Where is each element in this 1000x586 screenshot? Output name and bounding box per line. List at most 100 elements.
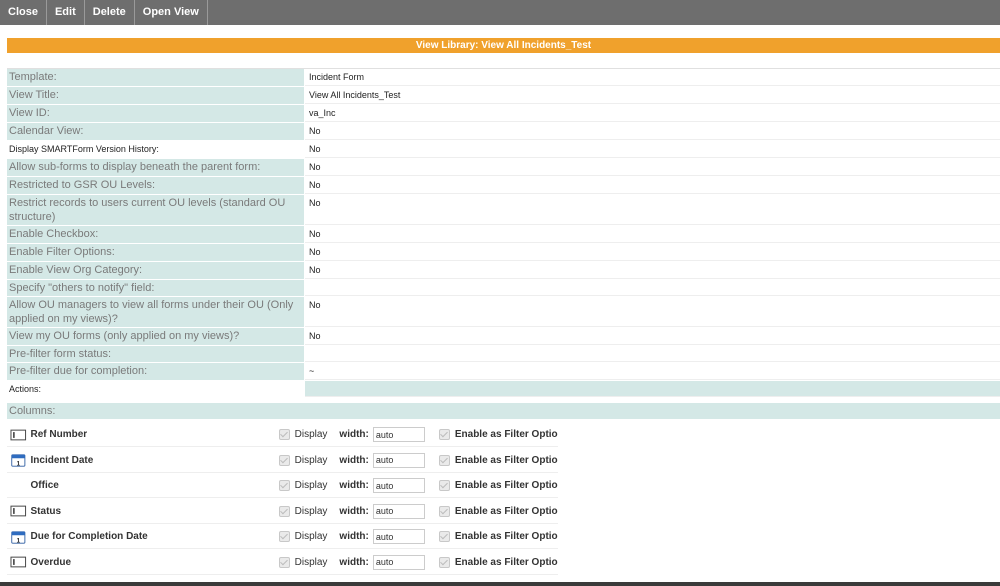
property-label: Display SMARTForm Version History: (7, 141, 305, 158)
display-checkbox[interactable] (278, 505, 290, 517)
display-label: Display (294, 454, 328, 466)
column-row: Ref Number Display width: Enable as Filt… (7, 423, 558, 447)
column-row: 1 Incident Date Display width: Enable as… (7, 449, 558, 473)
filter-label: Enable as Filter Option (454, 505, 558, 517)
display-label: Display (294, 505, 328, 517)
property-value (305, 381, 1000, 397)
property-row: View Title: View All Incidents_Test (7, 87, 1000, 105)
display-checkbox[interactable] (278, 454, 290, 466)
property-label: Specify "others to notify" field: (7, 280, 305, 296)
svg-text:1: 1 (17, 460, 21, 467)
property-label: Enable Checkbox: (7, 226, 305, 243)
toolbar: Close Edit Delete Open View (0, 0, 1000, 25)
property-value: View All Incidents_Test (305, 87, 1000, 104)
display-checkbox[interactable] (278, 531, 290, 543)
property-label: Enable View Org Category: (7, 262, 305, 279)
close-button[interactable]: Close (0, 0, 47, 25)
columns-list: Ref Number Display width: Enable as Filt… (7, 423, 558, 577)
bottom-border (0, 582, 1000, 586)
width-input[interactable] (372, 529, 425, 545)
text-field-icon (10, 505, 27, 517)
property-row: Template: Incident Form (7, 69, 1000, 87)
property-value: No (305, 141, 1000, 158)
property-value: No (305, 195, 1000, 225)
column-row: Overdue Display width: Enable as Filter … (7, 551, 558, 575)
column-row: Office Display width: Enable as Filter O… (7, 474, 558, 499)
property-row: Enable View Org Category: No (7, 262, 1000, 280)
width-input[interactable] (372, 427, 425, 442)
property-value: No (305, 244, 1000, 261)
property-label: Pre-filter due for completion: (7, 363, 305, 380)
text-field-icon (10, 557, 27, 568)
width-input[interactable] (372, 554, 425, 570)
column-row: 1 Due for Completion Date Display width:… (7, 525, 558, 550)
text-field-icon (10, 429, 27, 440)
property-label: Allow OU managers to view all forms unde… (7, 297, 305, 327)
property-label: Restricted to GSR OU Levels: (7, 177, 305, 194)
width-label: width: (339, 454, 369, 466)
display-checkbox[interactable] (278, 429, 290, 440)
property-row: Pre-filter due for completion: ~ (7, 363, 1000, 381)
property-row: Display SMARTForm Version History: No (7, 141, 1000, 159)
property-row: View my OU forms (only applied on my vie… (7, 328, 1000, 346)
svg-text:1: 1 (17, 537, 21, 544)
property-label: Actions: (7, 381, 305, 397)
column-name: Due for Completion Date (30, 531, 148, 543)
edit-button[interactable]: Edit (47, 0, 85, 25)
width-label: width: (339, 429, 369, 440)
property-row: Allow sub-forms to display beneath the p… (7, 159, 1000, 177)
property-row: Pre-filter form status: (7, 346, 1000, 363)
property-label: Calendar View: (7, 123, 305, 140)
display-label: Display (294, 480, 328, 492)
property-row: Enable Checkbox: No (7, 226, 1000, 244)
column-name: Office (30, 480, 59, 492)
columns-header: Columns: (7, 403, 1000, 419)
property-row: Calendar View: No (7, 123, 1000, 141)
property-label: Allow sub-forms to display beneath the p… (7, 159, 305, 176)
display-checkbox[interactable] (278, 556, 290, 568)
property-value: va_Inc (305, 105, 1000, 122)
display-label: Display (294, 556, 328, 568)
property-value: No (305, 297, 1000, 327)
filter-checkbox[interactable] (438, 556, 450, 568)
properties-table: Template: Incident Form View Title: View… (7, 68, 1000, 398)
display-label: Display (294, 429, 328, 440)
filter-checkbox[interactable] (438, 454, 450, 466)
width-label: width: (339, 480, 369, 492)
display-label: Display (294, 531, 328, 543)
property-row: Actions: (7, 381, 1000, 398)
width-input[interactable] (372, 503, 425, 519)
page-title-banner: View Library: View All Incidents_Test (7, 38, 1000, 53)
property-value (305, 346, 1000, 362)
width-input[interactable] (372, 478, 425, 494)
filter-checkbox[interactable] (438, 480, 450, 492)
filter-label: Enable as Filter Option (454, 429, 558, 440)
width-label: width: (339, 531, 369, 543)
filter-label: Enable as Filter Option (454, 480, 558, 492)
property-value: No (305, 226, 1000, 243)
blank-icon (10, 479, 28, 493)
property-value: ~ (305, 363, 1000, 380)
property-label: Pre-filter form status: (7, 346, 305, 362)
property-label: View Title: (7, 87, 305, 104)
property-label: Restrict records to users current OU lev… (7, 195, 305, 225)
property-value: Incident Form (305, 69, 1000, 86)
filter-checkbox[interactable] (438, 531, 450, 543)
width-label: width: (339, 505, 369, 517)
width-label: width: (339, 556, 369, 568)
width-input[interactable] (372, 452, 425, 468)
filter-checkbox[interactable] (438, 429, 450, 440)
delete-button[interactable]: Delete (85, 0, 135, 25)
property-row: Restricted to GSR OU Levels: No (7, 177, 1000, 195)
column-name: Status (30, 505, 62, 517)
filter-checkbox[interactable] (438, 505, 450, 517)
column-name: Incident Date (30, 454, 94, 466)
open-view-button[interactable]: Open View (135, 0, 208, 25)
filter-label: Enable as Filter Option (454, 531, 558, 543)
display-checkbox[interactable] (278, 480, 290, 492)
property-value: No (305, 177, 1000, 194)
property-label: Template: (7, 69, 305, 86)
filter-label: Enable as Filter Option (454, 454, 558, 466)
property-row: Allow OU managers to view all forms unde… (7, 297, 1000, 328)
property-value: No (305, 262, 1000, 279)
